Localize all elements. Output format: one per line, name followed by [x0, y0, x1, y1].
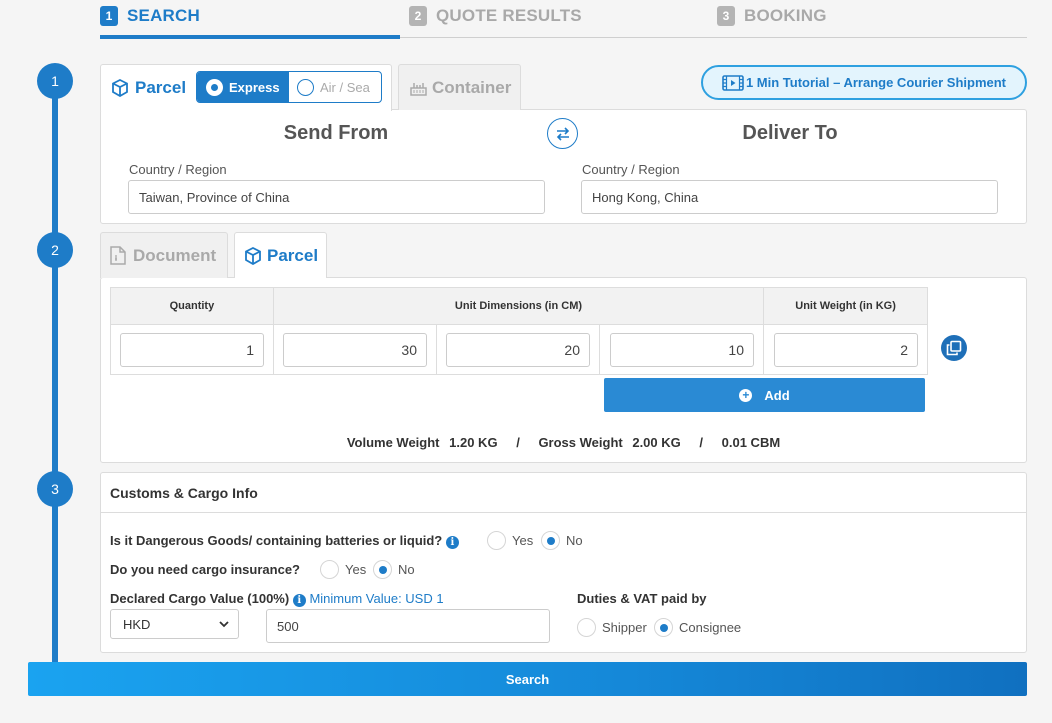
- add-label: Add: [764, 387, 790, 403]
- radio-selected-icon: [541, 531, 560, 550]
- tab-label: Parcel: [267, 245, 319, 265]
- weight-summary: Volume Weight 1.20 KG / Gross Weight 2.0…: [100, 435, 1027, 450]
- radio-label: No: [398, 562, 415, 577]
- section-marker-1: 1: [37, 63, 73, 99]
- tab-label: Parcel: [135, 78, 187, 97]
- cbm-value: 0.01 CBM: [721, 435, 781, 450]
- weight-input[interactable]: 2: [774, 333, 918, 367]
- currency-value: HKD: [123, 616, 151, 632]
- separator: /: [516, 435, 520, 450]
- radio-icon: [487, 531, 506, 550]
- duplicate-row-icon[interactable]: [941, 335, 967, 361]
- duties-label: Duties & VAT paid by: [577, 591, 707, 606]
- step-quote-results[interactable]: 2 QUOTE RESULTS: [409, 6, 582, 26]
- separator: /: [699, 435, 704, 450]
- step-booking[interactable]: 3 BOOKING: [717, 6, 827, 26]
- send-from-title: Send From: [283, 122, 389, 144]
- volume-weight-value: 1.20 KG: [449, 435, 498, 450]
- section-marker-3: 3: [37, 471, 73, 507]
- dangerous-yes-radio[interactable]: Yes: [487, 531, 533, 550]
- step-number: 3: [717, 6, 735, 26]
- volume-weight-label: Volume Weight: [346, 435, 440, 450]
- currency-select[interactable]: HKD: [110, 609, 239, 639]
- step-search[interactable]: 1 SEARCH: [100, 6, 200, 26]
- duties-shipper-radio[interactable]: Shipper: [577, 618, 647, 637]
- document-icon: [110, 246, 126, 265]
- radio-label: Yes: [345, 562, 367, 577]
- express-label: Express: [229, 79, 280, 95]
- tab-label: Container: [432, 77, 512, 97]
- chevron-down-icon: [219, 620, 229, 627]
- step-label: QUOTE RESULTS: [436, 6, 582, 25]
- unit-dimensions-header: Unit Dimensions (in CM): [272, 287, 765, 325]
- quantity-input[interactable]: 1: [120, 333, 264, 367]
- radio-label: Consignee: [679, 620, 742, 635]
- radio-icon: [577, 618, 596, 637]
- plus-icon: +: [739, 388, 753, 402]
- express-option[interactable]: Express: [197, 72, 289, 102]
- from-country-label: Country / Region: [129, 162, 227, 177]
- swap-button[interactable]: [547, 118, 578, 149]
- insurance-no-radio[interactable]: No: [373, 560, 415, 579]
- step-number: 1: [100, 6, 118, 26]
- radio-empty-icon: [297, 78, 314, 96]
- air-sea-option[interactable]: Air / Sea: [289, 72, 381, 102]
- tutorial-button[interactable]: 1 Min Tutorial – Arrange Courier Shipmen…: [701, 65, 1027, 100]
- length-input[interactable]: 30: [283, 333, 427, 367]
- step-label: BOOKING: [744, 6, 827, 25]
- radio-label: No: [566, 533, 583, 548]
- search-button[interactable]: Search: [28, 662, 1027, 696]
- radio-selected-icon: [373, 560, 392, 579]
- progress-steps: 1 SEARCH 2 QUOTE RESULTS 3 BOOKING: [100, 0, 1027, 38]
- info-icon[interactable]: i: [292, 594, 306, 607]
- parcel-icon: [245, 246, 261, 265]
- section-marker-2: 2: [37, 232, 73, 268]
- from-country-field[interactable]: Taiwan, Province of China: [128, 180, 545, 214]
- radio-selected-icon: [654, 618, 673, 637]
- declared-label: Declared Cargo Value (100%): [110, 591, 290, 606]
- quantity-header: Quantity: [110, 287, 274, 325]
- radio-icon: [320, 560, 339, 579]
- to-country-field[interactable]: Hong Kong, China: [581, 180, 998, 214]
- customs-title: Customs & Cargo Info: [101, 473, 1026, 513]
- declared-value-label: Declared Cargo Value (100%) i Minimum Va…: [110, 591, 444, 607]
- insurance-question: Do you need cargo insurance?: [110, 562, 300, 577]
- tab-label: Document: [133, 245, 217, 265]
- dangerous-goods-question: Is it Dangerous Goods/ containing batter…: [110, 533, 459, 549]
- gross-weight-value: 2.00 KG: [632, 435, 681, 450]
- info-icon[interactable]: i: [445, 536, 459, 549]
- timeline-line: [52, 80, 58, 670]
- minimum-value-hint: Minimum Value: USD 1: [309, 591, 444, 606]
- duties-consignee-radio[interactable]: Consignee: [654, 618, 741, 637]
- height-input[interactable]: 10: [610, 333, 754, 367]
- declared-value-input[interactable]: 500: [266, 609, 550, 643]
- radio-label: Shipper: [602, 620, 647, 635]
- video-icon: [722, 74, 744, 91]
- insurance-yes-radio[interactable]: Yes: [320, 560, 366, 579]
- container-icon: [410, 82, 427, 96]
- active-step-indicator: [100, 35, 400, 39]
- gross-weight-label: Gross Weight: [538, 435, 623, 450]
- tab-document[interactable]: Document: [100, 232, 228, 278]
- unit-weight-header: Unit Weight (in KG): [763, 287, 928, 325]
- add-button[interactable]: + Add: [604, 378, 925, 412]
- parcel-icon: [112, 79, 128, 97]
- tutorial-label: 1 Min Tutorial – Arrange Courier Shipmen…: [745, 75, 1007, 90]
- swap-icon: [556, 126, 569, 141]
- radio-label: Yes: [512, 533, 534, 548]
- tab-container[interactable]: Container: [398, 64, 521, 110]
- tab-parcel-item[interactable]: Parcel: [234, 232, 327, 278]
- step-label: SEARCH: [127, 6, 200, 25]
- to-country-label: Country / Region: [582, 162, 680, 177]
- mode-toggle[interactable]: Express Air / Sea: [196, 71, 382, 103]
- dangerous-no-radio[interactable]: No: [541, 531, 583, 550]
- width-input[interactable]: 20: [446, 333, 590, 367]
- air-sea-label: Air / Sea: [320, 79, 370, 95]
- radio-selected-icon: [206, 78, 223, 96]
- dangerous-goods-label: Is it Dangerous Goods/ containing batter…: [110, 533, 443, 548]
- deliver-to-title: Deliver To: [742, 122, 838, 144]
- step-number: 2: [409, 6, 427, 26]
